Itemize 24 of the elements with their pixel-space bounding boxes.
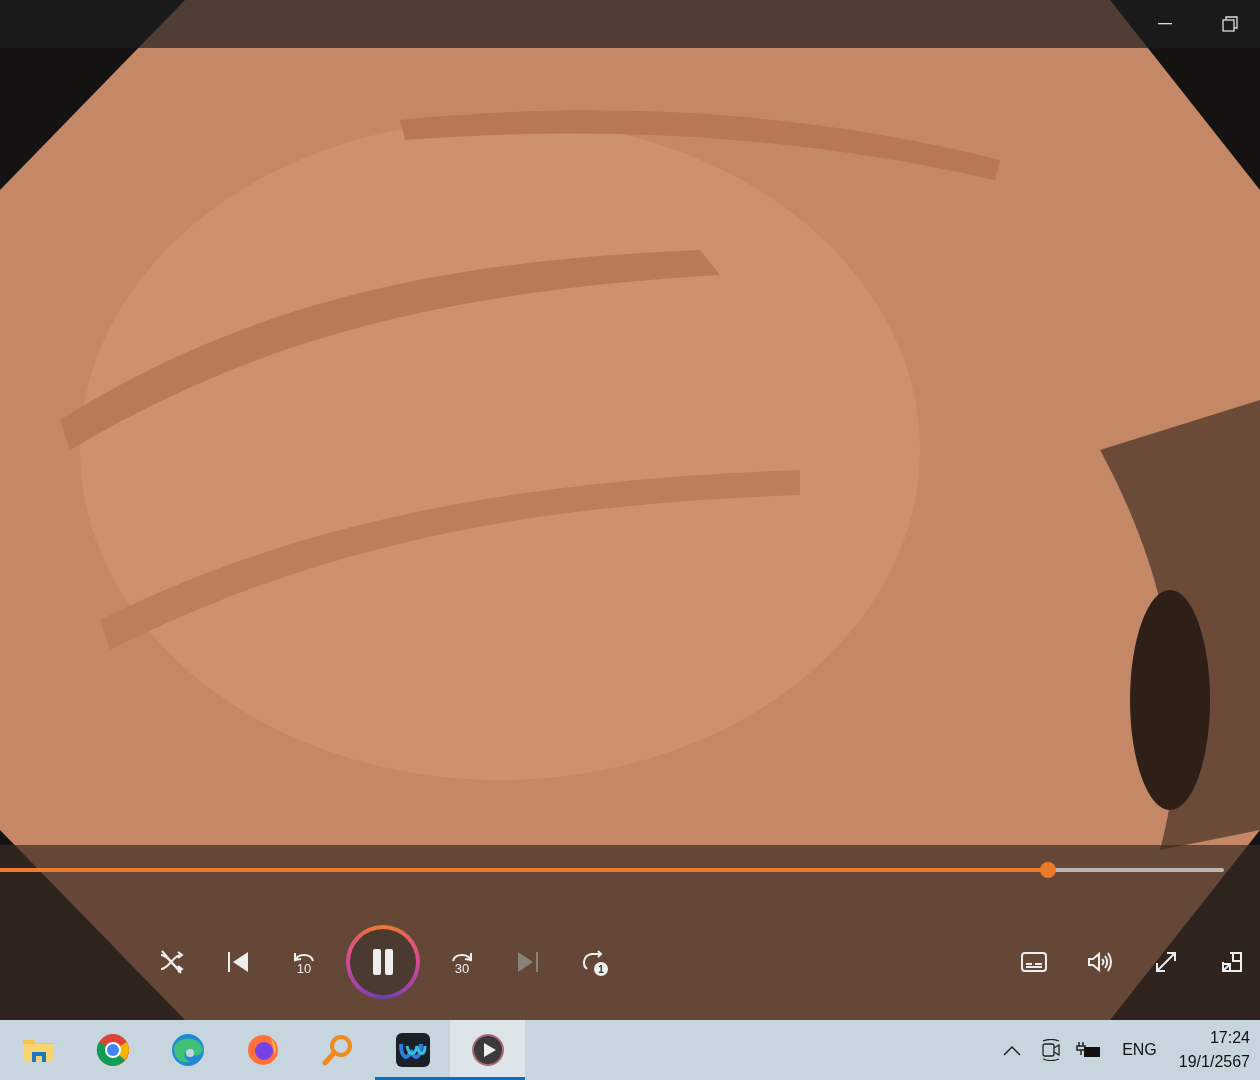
skip-forward-button[interactable]: 30 [440,940,484,984]
clock[interactable]: 17:24 19/1/2567 [1178,1026,1250,1074]
battery-icon[interactable] [1076,1041,1103,1059]
skip-back-button[interactable]: 10 [282,940,326,984]
previous-icon [227,950,249,974]
language-indicator[interactable]: ENG [1122,1038,1157,1062]
shuffle-icon [159,949,185,975]
taskbar-app[interactable] [450,1020,525,1080]
next-icon [517,950,539,974]
swirl-icon [169,1032,206,1068]
restore-icon [1222,16,1238,32]
subtitles-icon [1021,952,1047,972]
mini-player-icon [1220,950,1244,974]
camera-icon[interactable] [1040,1039,1063,1061]
play-circle-icon [469,1032,506,1068]
repeat-badge: 1 [594,962,608,976]
volume-icon [1087,951,1113,973]
repeat-button[interactable]: 1 [572,940,616,984]
chrome-icon [94,1032,131,1068]
waves-app-icon [394,1032,431,1068]
chevron-up-icon[interactable] [1002,1044,1023,1056]
seek-thumb[interactable] [1039,862,1056,878]
fullscreen-icon [1154,950,1178,974]
minimize-icon [1158,23,1172,25]
